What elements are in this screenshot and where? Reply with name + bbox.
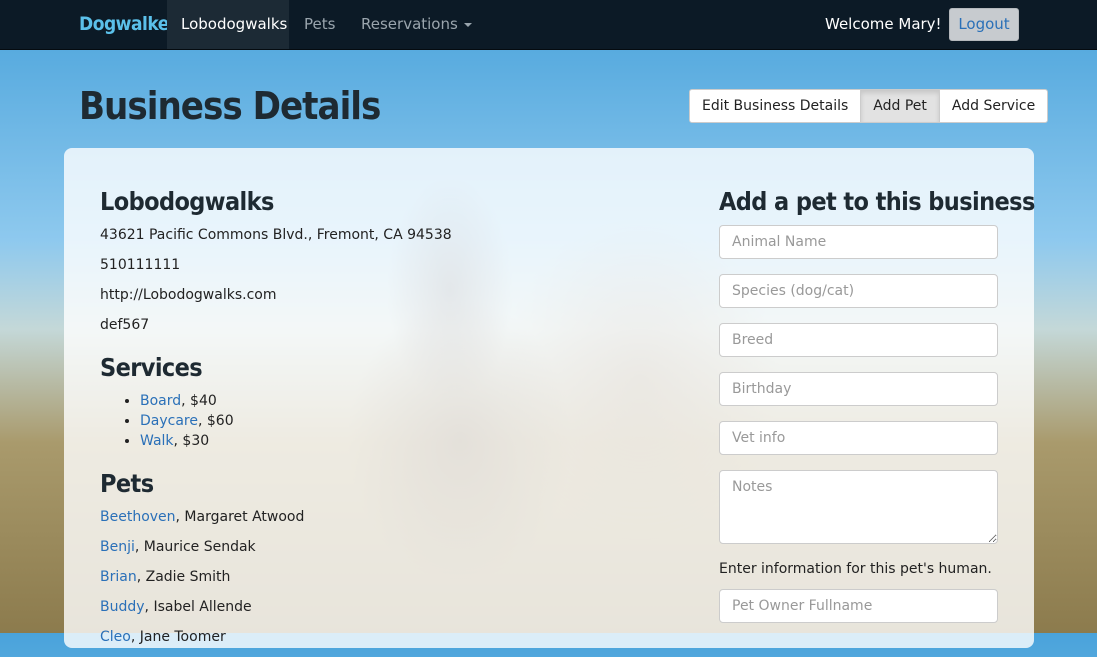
business-website: http://Lobodogwalks.com xyxy=(100,287,277,303)
service-link-board[interactable]: Board xyxy=(140,393,181,409)
chevron-down-icon xyxy=(463,22,472,27)
pet-link-cleo[interactable]: Cleo xyxy=(100,629,131,645)
welcome-text: Welcome Mary! xyxy=(825,15,942,33)
pet-link-benji[interactable]: Benji xyxy=(100,539,135,555)
service-item: Board, $40 xyxy=(140,391,234,411)
nav-item-lobodogwalks[interactable]: Lobodogwalks xyxy=(167,0,289,49)
brand-link[interactable]: Dogwalker xyxy=(79,13,177,35)
pet-item: Buddy, Isabel Allende xyxy=(100,597,304,627)
add-pet-button[interactable]: Add Pet xyxy=(860,89,940,123)
pet-owner: , Isabel Allende xyxy=(144,599,252,615)
edit-business-details-button[interactable]: Edit Business Details xyxy=(689,89,862,123)
pet-owner: , Zadie Smith xyxy=(136,569,231,585)
service-price: , $30 xyxy=(173,433,210,449)
add-pet-form-heading: Add a pet to this business xyxy=(719,187,1035,216)
services-heading: Services xyxy=(100,353,203,382)
add-service-button[interactable]: Add Service xyxy=(938,89,1049,123)
birthday-input[interactable] xyxy=(719,372,998,406)
service-price: , $40 xyxy=(181,393,217,409)
animal-name-input[interactable] xyxy=(719,225,998,259)
logout-button[interactable]: Logout xyxy=(949,8,1019,41)
business-phone: 510111111 xyxy=(100,257,181,273)
services-list: Board, $40 Daycare, $60 Walk, $30 xyxy=(100,391,234,451)
pets-heading: Pets xyxy=(100,469,154,498)
nav-item-pets[interactable]: Pets xyxy=(290,0,349,49)
pet-item: Brian, Zadie Smith xyxy=(100,567,304,597)
pet-owner: , Margaret Atwood xyxy=(175,509,305,525)
pet-link-buddy[interactable]: Buddy xyxy=(100,599,145,615)
navbar: Dogwalker Lobodogwalks Pets Reservations… xyxy=(0,0,1097,50)
pets-list: Beethoven, Margaret Atwood Benji, Mauric… xyxy=(100,507,304,657)
service-link-walk[interactable]: Walk xyxy=(140,433,174,449)
nav-item-reservations-label: Reservations xyxy=(361,15,458,33)
nav-item-reservations[interactable]: Reservations xyxy=(347,0,486,49)
species-input[interactable] xyxy=(719,274,998,308)
notes-textarea[interactable] xyxy=(719,470,998,544)
pet-owner: , Jane Toomer xyxy=(130,629,226,645)
service-link-daycare[interactable]: Daycare xyxy=(140,413,198,429)
pet-item: Beethoven, Margaret Atwood xyxy=(100,507,304,537)
owner-fullname-input[interactable] xyxy=(719,589,998,623)
action-button-group: Edit Business Details Add Pet Add Servic… xyxy=(689,89,1049,123)
business-address: 43621 Pacific Commons Blvd., Fremont, CA… xyxy=(100,227,452,243)
service-item: Daycare, $60 xyxy=(140,411,234,431)
pet-link-beethoven[interactable]: Beethoven xyxy=(100,509,176,525)
vet-info-input[interactable] xyxy=(719,421,998,455)
breed-input[interactable] xyxy=(719,323,998,357)
pet-owner: , Maurice Sendak xyxy=(134,539,256,555)
owner-info-note: Enter information for this pet's human. xyxy=(719,561,992,577)
business-name: Lobodogwalks xyxy=(100,187,274,216)
pet-item: Benji, Maurice Sendak xyxy=(100,537,304,567)
pet-item: Cleo, Jane Toomer xyxy=(100,627,304,657)
page-title: Business Details xyxy=(79,84,381,128)
service-item: Walk, $30 xyxy=(140,431,234,451)
service-price: , $60 xyxy=(197,413,234,429)
business-code: def567 xyxy=(100,317,150,333)
pet-link-brian[interactable]: Brian xyxy=(100,569,137,585)
